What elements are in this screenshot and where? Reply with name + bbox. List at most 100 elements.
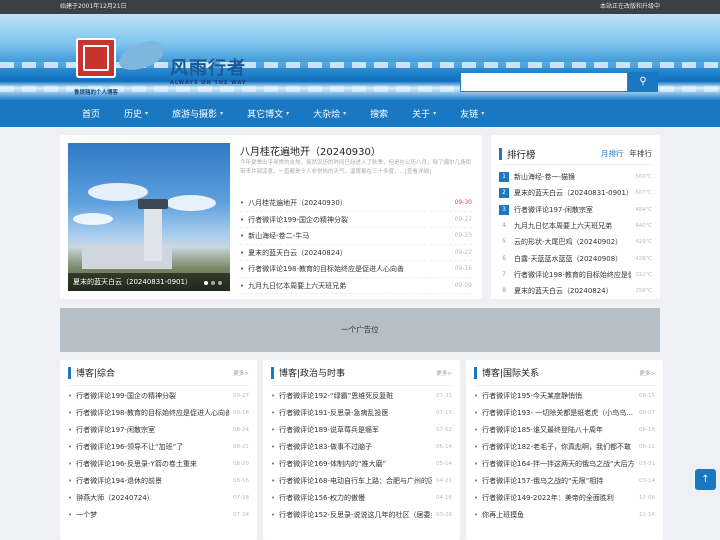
column-list-item[interactable]: 行者微评论185-谁又最终登陆八十周年 06-18 bbox=[474, 422, 655, 439]
article-title[interactable]: 新山海经-卷二-牛马 bbox=[240, 228, 309, 244]
tab-monthly[interactable]: 月排行 bbox=[601, 148, 624, 159]
column-list-item[interactable]: 行者微评论157-俄乌之战的“无限”相持 03-14 bbox=[474, 473, 655, 490]
ranking-item-title[interactable]: 夏末的蓝天白云（20240831-0901） bbox=[514, 188, 631, 198]
featured-list-item[interactable]: 八月桂花遍地开（20240930） 09-30 bbox=[240, 195, 472, 212]
column-list-item[interactable]: 行者微评论168-电动自行车上路：合肥与广州的区别 04-21 bbox=[271, 473, 452, 490]
nav-item-4[interactable]: 大杂烩 ▾ bbox=[301, 100, 358, 127]
article-title[interactable]: 行者微评论183-做事不过脑子 bbox=[271, 439, 432, 456]
article-title[interactable]: 行者微评论191-反思录-急病乱投医 bbox=[271, 405, 432, 422]
column-list-item[interactable]: 行者微评论192-“绿霸”恩维死反复赃 07-31 bbox=[271, 388, 452, 405]
article-title[interactable]: 行者微评论192-“绿霸”恩维死反复赃 bbox=[271, 388, 432, 405]
search-input[interactable] bbox=[460, 72, 628, 92]
nav-item-1[interactable]: 历史 ▾ bbox=[112, 100, 160, 127]
article-title[interactable]: 八月桂花遍地开（20240930） bbox=[240, 195, 347, 211]
tab-yearly[interactable]: 年排行 bbox=[630, 148, 653, 159]
article-title[interactable]: 行者微评论189-说草莓兵是瘾军 bbox=[271, 422, 432, 439]
article-title[interactable]: 行者微评论196-反思录-Y箭の卷土重来 bbox=[68, 456, 229, 473]
back-to-top-button[interactable]: ↑ bbox=[695, 469, 716, 490]
nav-item-2[interactable]: 旅游与摄影 ▾ bbox=[160, 100, 235, 127]
article-title[interactable]: 行者微评论182-老毛子，你真彪啊，我们都不敢 bbox=[474, 439, 635, 456]
featured-list-item[interactable]: 行者微评论199-国企の精神分裂 09-27 bbox=[240, 212, 472, 228]
article-title[interactable]: 行者微评论198-教育的目标始终应是促进人心向善 bbox=[68, 405, 229, 422]
column-list-item[interactable]: 行者微评论194-退休的前景 08-16 bbox=[68, 473, 249, 490]
column-list-item[interactable]: 行者微评论193- 一切除关都是纸老虎（小鸟乌... 08-07 bbox=[474, 405, 655, 422]
ad-banner[interactable]: 一个广告位 bbox=[60, 308, 660, 352]
featured-list-item[interactable]: 新山海经-卷二-牛马 09-23 bbox=[240, 228, 472, 245]
ranking-item[interactable]: 8 夏末的蓝天白云（20240824） 256℃ bbox=[499, 283, 652, 299]
featured-list-item[interactable]: 九月九日忆本周要上六天班兄弟 09-09 bbox=[240, 278, 472, 294]
column-list-item[interactable]: 行者微评论191-反思录-急病乱投医 07-15 bbox=[271, 405, 452, 422]
ranking-item[interactable]: 1 新山海经-卷一-猫猴 560℃ bbox=[499, 169, 652, 185]
column-list-item[interactable]: 行者微评论198-教育的目标始终应是促进人心向善 09-16 bbox=[68, 405, 249, 422]
slider-dot[interactable] bbox=[204, 281, 208, 285]
article-title[interactable]: 行者微评论169-体制内的“推大磨” bbox=[271, 456, 432, 473]
article-title[interactable]: 行者微评论199-国企の精神分裂 bbox=[240, 212, 348, 228]
article-title[interactable]: 行者微评论194-退休的前景 bbox=[68, 473, 229, 490]
nav-item-0[interactable]: 首页 bbox=[70, 100, 112, 127]
featured-list-item[interactable]: 行者微评论198-教育的目标始终应是促进人心向善 09-16 bbox=[240, 261, 472, 278]
ranking-item-title[interactable]: 新山海经-卷一-猫猴 bbox=[514, 172, 631, 182]
column-list-item[interactable]: 你再上班摸鱼 11-14 bbox=[474, 507, 655, 524]
column-list-item[interactable]: 行者微评论169-体制内的“推大磨” 05-14 bbox=[271, 456, 452, 473]
nav-item-5[interactable]: 搜索 bbox=[358, 100, 400, 127]
column-title[interactable]: 博客|政治与时事 bbox=[279, 366, 436, 379]
column-list-item[interactable]: 一个梦 07-24 bbox=[68, 507, 249, 524]
featured-list-item[interactable]: 夏末的蓝天白云（20240824） 09-22 bbox=[240, 245, 472, 261]
ranking-item-title[interactable]: 云的形状-大尾巴鸡（20240902） bbox=[514, 237, 631, 247]
column-list-item[interactable]: 行者微评论164-拌一拌这两天的俄乌之战“大后方” 03-31 bbox=[474, 456, 655, 473]
site-title[interactable]: 风雨行者 bbox=[170, 54, 246, 80]
nav-item-6[interactable]: 关于 ▾ bbox=[400, 100, 448, 127]
article-title[interactable]: 行者微评论196-领导不让“加班”了 bbox=[68, 439, 229, 456]
more-link[interactable]: 更多> bbox=[436, 369, 452, 377]
more-link[interactable]: 更多> bbox=[639, 369, 655, 377]
nav-item-3[interactable]: 其它博文 ▾ bbox=[235, 100, 301, 127]
ranking-item[interactable]: 6 白露-天蓝蓝水蓝蓝（20240908） 428℃ bbox=[499, 250, 652, 266]
column-list-item[interactable]: 行者微评论199-国企の精神分裂 09-27 bbox=[68, 388, 249, 405]
ranking-item-title[interactable]: 行者微评论198-教育的目标始终应是促进人心向善 bbox=[514, 270, 631, 280]
article-title[interactable]: 行者微评论199-国企の精神分裂 bbox=[68, 388, 229, 405]
column-list-item[interactable]: 行者微评论196-领导不让“加班”了 08-21 bbox=[68, 439, 249, 456]
column-list-item[interactable]: 行者微评论189-说草莓兵是瘾军 07-02 bbox=[271, 422, 452, 439]
ranking-item-title[interactable]: 夏末的蓝天白云（20240824） bbox=[514, 286, 631, 296]
article-title[interactable]: 行者微评论197-闲散宗室 bbox=[68, 422, 229, 439]
column-list-item[interactable]: 行者微评论183-做事不过脑子 06-14 bbox=[271, 439, 452, 456]
column-title[interactable]: 博客|国际关系 bbox=[482, 366, 639, 379]
column-list-item[interactable]: 行者微评论195-今天某度静悄悄 08-15 bbox=[474, 388, 655, 405]
article-title[interactable]: 行者微评论185-谁又最终登陆八十周年 bbox=[474, 422, 635, 439]
column-list-item[interactable]: 行者微评论149-2022年：美帝的全面胜利 12-06 bbox=[474, 490, 655, 507]
ranking-item[interactable]: 7 行者微评论198-教育的目标始终应是促进人心向善 312℃ bbox=[499, 267, 652, 283]
featured-headline[interactable]: 八月桂花遍地开（20240930） bbox=[240, 143, 381, 158]
article-title[interactable]: 行者微评论168-电动自行车上路：合肥与广州的区别 bbox=[271, 473, 432, 490]
article-title[interactable]: 行者微评论157-俄乌之战的“无限”相持 bbox=[474, 473, 635, 490]
ranking-item[interactable]: 3 行者微评论197-闲散宗室 484℃ bbox=[499, 202, 652, 218]
slider-dot[interactable] bbox=[211, 281, 215, 285]
article-title[interactable]: 行者微评论198-教育的目标始终应是促进人心向善 bbox=[240, 261, 404, 277]
column-list-item[interactable]: 行者微评论197-闲散宗室 08-24 bbox=[68, 422, 249, 439]
column-list-item[interactable]: 行者微评论152-反思录-说说这几年的社区（居委会） 03-26 bbox=[271, 507, 452, 524]
article-title[interactable]: 行者微评论149-2022年：美帝的全面胜利 bbox=[474, 490, 635, 507]
article-title[interactable]: 翀燕大师（20240724） bbox=[68, 490, 229, 507]
column-title[interactable]: 博客|综合 bbox=[76, 366, 233, 379]
more-link[interactable]: 更多> bbox=[233, 369, 249, 377]
column-list-item[interactable]: 行者微评论156-权力的傲慢 04-16 bbox=[271, 490, 452, 507]
ranking-item[interactable]: 5 云的形状-大尾巴鸡（20240902） 429℃ bbox=[499, 234, 652, 250]
featured-photo[interactable]: 夏末的蓝天白云（20240831-0901） bbox=[68, 143, 230, 291]
ranking-item-title[interactable]: 九月九日忆本周要上六天班兄弟 bbox=[514, 221, 631, 231]
column-list-item[interactable]: 行者微评论196-反思录-Y箭の卷土重来 08-20 bbox=[68, 456, 249, 473]
ranking-item-title[interactable]: 行者微评论197-闲散宗室 bbox=[514, 205, 631, 215]
article-title[interactable]: 一个梦 bbox=[68, 507, 229, 524]
article-title[interactable]: 行者微评论195-今天某度静悄悄 bbox=[474, 388, 635, 405]
ranking-item[interactable]: 4 九月九日忆本周要上六天班兄弟 440℃ bbox=[499, 218, 652, 234]
ranking-item-title[interactable]: 白露-天蓝蓝水蓝蓝（20240908） bbox=[514, 254, 631, 264]
column-list-item[interactable]: 行者微评论182-老毛子，你真彪啊，我们都不敢 06-11 bbox=[474, 439, 655, 456]
article-title[interactable]: 夏末的蓝天白云（20240824） bbox=[240, 245, 347, 261]
ranking-item[interactable]: 2 夏末的蓝天白云（20240831-0901） 507℃ bbox=[499, 185, 652, 201]
slider-dot[interactable] bbox=[218, 281, 222, 285]
search-button[interactable]: ⚲ bbox=[628, 72, 658, 92]
article-title[interactable]: 你再上班摸鱼 bbox=[474, 507, 635, 524]
article-title[interactable]: 行者微评论164-拌一拌这两天的俄乌之战“大后方” bbox=[474, 456, 635, 473]
site-logo-seal[interactable] bbox=[76, 38, 116, 78]
nav-item-7[interactable]: 友链 ▾ bbox=[448, 100, 496, 127]
article-title[interactable]: 行者微评论152-反思录-说说这几年的社区（居委会） bbox=[271, 507, 432, 524]
column-list-item[interactable]: 翀燕大师（20240724） 07-28 bbox=[68, 490, 249, 507]
